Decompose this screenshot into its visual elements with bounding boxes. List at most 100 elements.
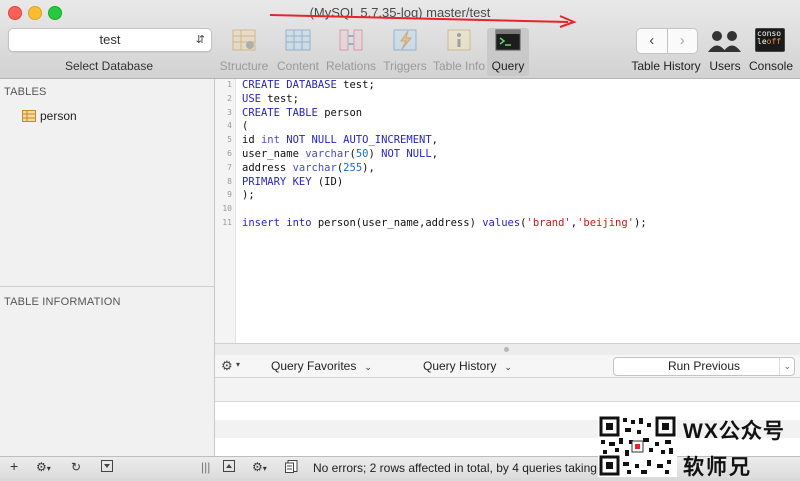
splitter-handle[interactable]: [504, 347, 509, 352]
run-previous-button[interactable]: Run Previous ⌄: [613, 357, 795, 376]
table-history-button[interactable]: Table History: [631, 28, 700, 76]
split-handle-icon[interactable]: |||: [201, 460, 210, 474]
line-number-gutter: 1 2 3 4 5 6 7 8 9 10 11: [215, 79, 236, 343]
database-select[interactable]: test ⇵: [8, 28, 212, 52]
updown-chevron-icon: ⇵: [195, 34, 205, 46]
code-token: );: [634, 217, 647, 229]
code-token: NOT NULL AUTO_INCREMENT: [286, 134, 432, 147]
code-line: CREATE TABLE person: [242, 107, 362, 120]
table-icon: [22, 110, 36, 125]
add-table-button[interactable]: +: [10, 458, 18, 474]
code-token: ): [368, 148, 382, 160]
code-line: );: [242, 189, 255, 202]
content-icon: [285, 28, 311, 52]
table-information-header: TABLE INFORMATION: [4, 296, 121, 308]
code-token: CREATE DATABASE: [242, 79, 344, 91]
tab-query[interactable]: Query: [487, 28, 529, 76]
line-number: 8: [227, 176, 232, 186]
console-icon: conso leoff: [755, 28, 785, 52]
chevron-down-icon: ⌄: [504, 362, 512, 372]
code-line: CREATE DATABASE test;: [242, 79, 375, 92]
filter-icon[interactable]: [101, 460, 113, 475]
code-line: id int NOT NULL AUTO_INCREMENT,: [242, 134, 438, 147]
sidebar-divider: [0, 286, 214, 287]
select-database-label: Select Database: [64, 59, 154, 73]
window-toolbar: (MySQL 5.7.35-log) master/test test ⇵ Se…: [0, 0, 800, 79]
gear-icon[interactable]: ⚙▾: [252, 460, 267, 474]
code-line: user_name varchar(50) NOT NULL,: [242, 148, 438, 161]
show-results-icon[interactable]: [223, 460, 235, 475]
table-name: person: [40, 109, 77, 123]
line-number: 4: [227, 121, 232, 131]
code-token: );: [242, 189, 255, 202]
code-token: test;: [343, 79, 375, 91]
query-history-menu[interactable]: Query History ⌄: [423, 359, 512, 373]
code-token: varchar: [292, 161, 337, 174]
refresh-icon[interactable]: ↻: [71, 460, 81, 474]
line-number: 11: [222, 218, 232, 227]
tab-content[interactable]: Content: [270, 28, 326, 76]
code-token: USE: [242, 92, 268, 105]
triggers-icon: [392, 28, 418, 52]
code-token: CREATE TABLE: [242, 106, 325, 119]
code-token: NOT NULL: [381, 148, 432, 160]
code-token: 'beijing': [577, 217, 634, 229]
code-token: 255: [343, 161, 363, 174]
gear-icon[interactable]: ⚙: [221, 358, 233, 374]
query-history-label: Query History: [423, 359, 497, 373]
status-message: No errors; 2 rows affected in total, by …: [313, 461, 597, 475]
code-token: varchar: [305, 148, 350, 160]
relations-icon: [338, 28, 364, 52]
chevron-down-icon: ▾: [236, 360, 241, 369]
query-icon: [495, 28, 521, 52]
document-icon[interactable]: [285, 460, 298, 476]
code-token: 'brand': [526, 217, 571, 229]
tab-relations-label: Relations: [325, 59, 377, 73]
code-token: values: [482, 217, 521, 229]
tables-header: TABLES: [4, 86, 47, 98]
tab-structure-label: Structure: [219, 59, 269, 73]
code-token: ,: [431, 134, 438, 147]
code-token: (: [242, 120, 249, 133]
code-line: PRIMARY KEY (ID): [242, 176, 343, 189]
run-previous-label: Run Previous: [667, 359, 741, 373]
code-token: person: [324, 106, 363, 119]
code-token: ,: [431, 148, 439, 160]
line-number: 6: [227, 149, 232, 158]
code-token: address: [242, 161, 293, 174]
line-number: 3: [227, 107, 232, 117]
line-number: 1: [227, 80, 232, 89]
chevron-down-icon[interactable]: ⌄: [779, 358, 791, 375]
code-line: insert into person(user_name,address) va…: [242, 217, 647, 230]
line-number: 2: [227, 93, 232, 103]
table-list-item[interactable]: person: [22, 109, 77, 123]
code-token: (ID): [317, 175, 344, 188]
tab-triggers-label: Triggers: [383, 59, 427, 73]
users-icon: [708, 31, 741, 52]
query-bar: ⚙ ▾ Query Favorites ⌄ Query History ⌄ Run …: [215, 355, 800, 378]
query-editor[interactable]: 1 2 3 4 5 6 7 8 9 10 11 CREATE DATABASE test; USE t…: [215, 79, 800, 343]
query-favorites-label: Query Favorites: [271, 359, 357, 373]
tab-triggers[interactable]: Triggers: [377, 28, 433, 76]
code-token: test;: [267, 92, 299, 105]
code-token: PRIMARY KEY: [242, 175, 318, 188]
line-number: 10: [222, 204, 232, 214]
console-button[interactable]: conso leoff Console: [749, 28, 793, 76]
table-info-icon: [446, 28, 472, 52]
tab-relations[interactable]: Relations: [323, 28, 379, 76]
chevron-down-icon: ⌄: [364, 362, 372, 372]
bottom-bar: + ⚙▾ ↻ ||| ⚙▾ No errors; 2 rows affected…: [0, 456, 800, 478]
code-token: person(user_name,address): [317, 217, 483, 229]
query-favorites-menu[interactable]: Query Favorites ⌄: [271, 359, 372, 373]
code-token: int: [260, 134, 287, 147]
tab-structure[interactable]: Structure: [216, 28, 272, 76]
database-select-value: test: [99, 32, 121, 47]
line-number: 7: [227, 162, 232, 172]
tab-table-info[interactable]: Table Info: [431, 28, 487, 76]
sidebar: TABLES person TABLE INFORMATION: [0, 79, 215, 456]
console-icon-off-text: off: [766, 37, 782, 46]
annotation-arrow: [269, 14, 577, 28]
gear-icon[interactable]: ⚙▾: [36, 460, 51, 474]
code-token: id: [242, 134, 261, 147]
tab-content-label: Content: [276, 59, 320, 73]
